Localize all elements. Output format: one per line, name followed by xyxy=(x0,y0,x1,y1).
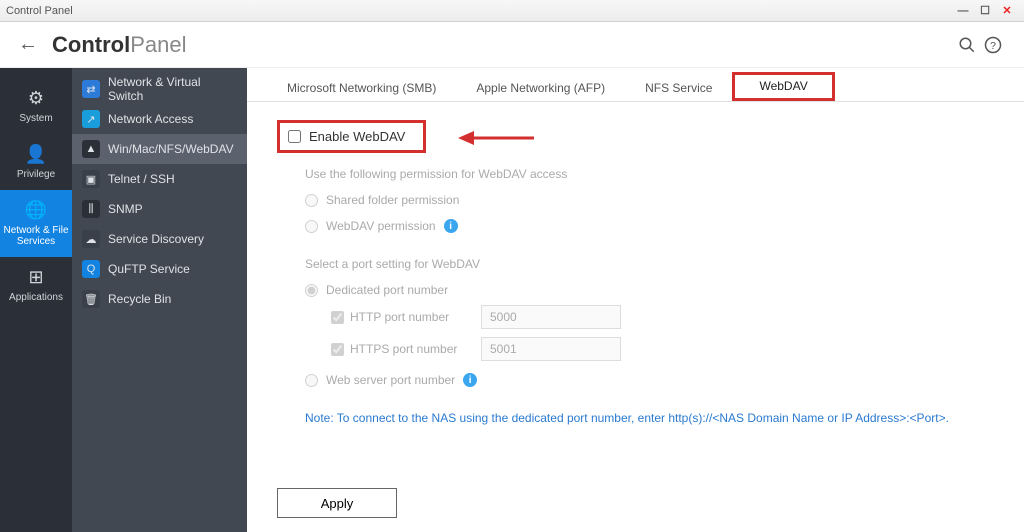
tab-smb[interactable]: Microsoft Networking (SMB) xyxy=(267,75,456,101)
access-icon: ↗ xyxy=(82,110,100,128)
perm-shared-row: Shared folder permission xyxy=(305,193,994,207)
perm-shared-label: Shared folder permission xyxy=(326,193,459,207)
page-title: ControlPanel xyxy=(52,32,186,58)
sidebar-item-recycle-bin[interactable]: 🗑Recycle Bin xyxy=(72,284,247,314)
form-footer: Apply xyxy=(247,474,1024,532)
https-port-input[interactable] xyxy=(481,337,621,361)
info-icon[interactable]: i xyxy=(444,219,458,233)
apps-icon: ⊞ xyxy=(0,267,72,288)
window-title: Control Panel xyxy=(6,5,73,17)
ftp-icon: Q xyxy=(82,260,100,278)
port-dedicated-label: Dedicated port number xyxy=(326,283,448,297)
port-dedicated-radio[interactable] xyxy=(305,284,318,297)
snmp-icon: ⫼ xyxy=(82,200,100,218)
app-header: ← ControlPanel ? xyxy=(0,22,1024,68)
nav-rail: ⚙System 👤Privilege 🌐Network & File Servi… xyxy=(0,68,72,532)
info-icon[interactable]: i xyxy=(463,373,477,387)
enable-webdav-label: Enable WebDAV xyxy=(309,129,405,144)
perm-webdav-radio[interactable] xyxy=(305,220,318,233)
sidebar-item-network-access[interactable]: ↗Network Access xyxy=(72,104,247,134)
switch-icon: ⇄ xyxy=(82,80,100,98)
annotation-arrow xyxy=(458,128,534,151)
http-port-input[interactable] xyxy=(481,305,621,329)
webdav-form: Enable WebDAV Use the following permissi… xyxy=(247,102,1024,474)
side-list: ⇄Network & Virtual Switch ↗Network Acces… xyxy=(72,68,247,532)
https-port-row: HTTPS port number xyxy=(331,337,994,361)
port-heading: Select a port setting for WebDAV xyxy=(305,257,994,271)
webserver-port-label: Web server port number xyxy=(326,373,455,387)
tab-bar: Microsoft Networking (SMB) Apple Network… xyxy=(247,72,1024,102)
permission-heading: Use the following permission for WebDAV … xyxy=(305,167,994,181)
minimize-button[interactable]: — xyxy=(952,5,974,17)
apply-button[interactable]: Apply xyxy=(277,488,397,518)
webserver-port-radio[interactable] xyxy=(305,374,318,387)
close-button[interactable]: ✕ xyxy=(996,4,1018,17)
http-port-row: HTTP port number xyxy=(331,305,994,329)
sidebar-item-snmp[interactable]: ⫼SNMP xyxy=(72,194,247,224)
tab-webdav[interactable]: WebDAV xyxy=(732,72,834,101)
nav-network-file-services[interactable]: 🌐Network & File Services xyxy=(0,190,72,257)
http-port-checkbox[interactable] xyxy=(331,311,344,324)
svg-text:?: ? xyxy=(990,39,996,51)
perm-webdav-label: WebDAV permission xyxy=(326,219,436,233)
help-icon[interactable]: ? xyxy=(980,32,1006,58)
sidebar-item-service-discovery[interactable]: ☁Service Discovery xyxy=(72,224,247,254)
protocol-icon: ▲ xyxy=(82,140,100,158)
sidebar-item-win-mac-nfs-webdav[interactable]: ▲Win/Mac/NFS/WebDAV xyxy=(72,134,247,164)
webserver-port-row: Web server port number i xyxy=(305,373,994,387)
globe-icon: 🌐 xyxy=(0,200,72,221)
user-icon: 👤 xyxy=(0,144,72,165)
window-titlebar: Control Panel — ☐ ✕ xyxy=(0,0,1024,22)
nav-applications[interactable]: ⊞Applications xyxy=(0,257,72,313)
nav-privilege[interactable]: 👤Privilege xyxy=(0,134,72,190)
nav-system[interactable]: ⚙System xyxy=(0,78,72,134)
enable-webdav-checkbox[interactable] xyxy=(288,130,301,143)
https-port-label: HTTPS port number xyxy=(350,342,457,356)
search-icon[interactable] xyxy=(954,32,980,58)
terminal-icon: ▣ xyxy=(82,170,100,188)
maximize-button[interactable]: ☐ xyxy=(974,4,996,17)
connection-note: Note: To connect to the NAS using the de… xyxy=(305,411,994,425)
perm-shared-radio[interactable] xyxy=(305,194,318,207)
discovery-icon: ☁ xyxy=(82,230,100,248)
port-dedicated-row: Dedicated port number xyxy=(305,283,994,297)
sidebar-item-telnet-ssh[interactable]: ▣Telnet / SSH xyxy=(72,164,247,194)
gear-icon: ⚙ xyxy=(0,88,72,109)
https-port-checkbox[interactable] xyxy=(331,343,344,356)
bin-icon: 🗑 xyxy=(82,290,100,308)
perm-webdav-row: WebDAV permission i xyxy=(305,219,994,233)
http-port-label: HTTP port number xyxy=(350,310,449,324)
content-pane: Microsoft Networking (SMB) Apple Network… xyxy=(247,68,1024,532)
back-button[interactable]: ← xyxy=(18,33,38,56)
sidebar-item-network-virtual-switch[interactable]: ⇄Network & Virtual Switch xyxy=(72,74,247,104)
tab-afp[interactable]: Apple Networking (AFP) xyxy=(456,75,625,101)
enable-webdav-row: Enable WebDAV xyxy=(277,120,426,153)
sidebar-item-quftp[interactable]: QQuFTP Service xyxy=(72,254,247,284)
tab-nfs[interactable]: NFS Service xyxy=(625,75,732,101)
